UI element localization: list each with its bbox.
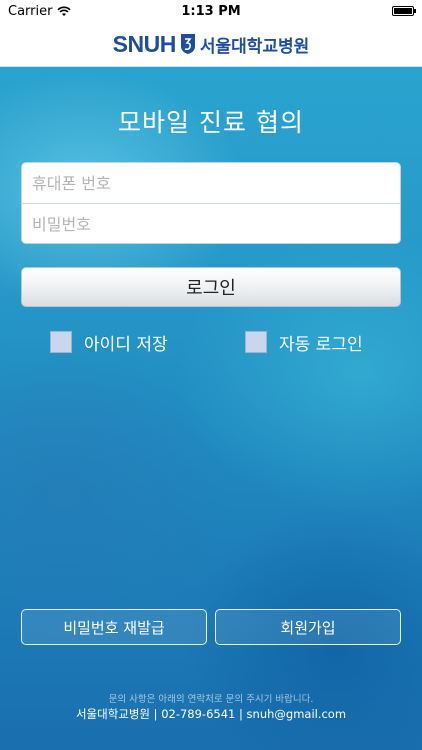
status-right bbox=[392, 6, 416, 16]
logo-text-ko: 서울대학교병원 bbox=[199, 36, 310, 57]
snuh-logo: SNUH 서울대학교병원 bbox=[113, 31, 310, 58]
login-button[interactable]: 로그인 bbox=[21, 267, 401, 307]
signup-button[interactable]: 회원가입 bbox=[215, 609, 401, 645]
app-header: SNUH 서울대학교병원 bbox=[0, 22, 422, 67]
battery-icon bbox=[392, 6, 416, 16]
logo-text-en: SNUH bbox=[112, 30, 177, 57]
phone-input[interactable] bbox=[22, 163, 400, 203]
login-button-label: 로그인 bbox=[186, 278, 236, 299]
reset-password-label: 비밀번호 재발급 bbox=[63, 618, 165, 637]
auto-login-label: 자동 로그인 bbox=[279, 334, 363, 355]
snuh-emblem-icon bbox=[180, 34, 195, 54]
status-time: 1:13 PM bbox=[181, 3, 241, 19]
save-id-option[interactable]: 아이디 저장 bbox=[50, 329, 168, 355]
auto-login-checkbox[interactable] bbox=[245, 331, 267, 353]
save-id-checkbox[interactable] bbox=[50, 331, 72, 353]
status-bar: Carrier 1:13 PM bbox=[0, 0, 422, 22]
password-input[interactable] bbox=[22, 204, 400, 244]
signup-label: 회원가입 bbox=[280, 618, 336, 637]
footer-contact: 서울대학교병원 | 02-789-6541 | snuh@gmail.com bbox=[75, 707, 347, 721]
auto-login-option[interactable]: 자동 로그인 bbox=[245, 329, 363, 355]
login-form bbox=[21, 162, 401, 244]
page-title: 모바일 진료 협의 bbox=[118, 108, 304, 137]
footer-note: 문의 사항은 아래의 연락처로 문의 주시기 바랍니다. bbox=[108, 694, 314, 705]
reset-password-button[interactable]: 비밀번호 재발급 bbox=[21, 609, 207, 645]
save-id-label: 아이디 저장 bbox=[84, 334, 168, 355]
